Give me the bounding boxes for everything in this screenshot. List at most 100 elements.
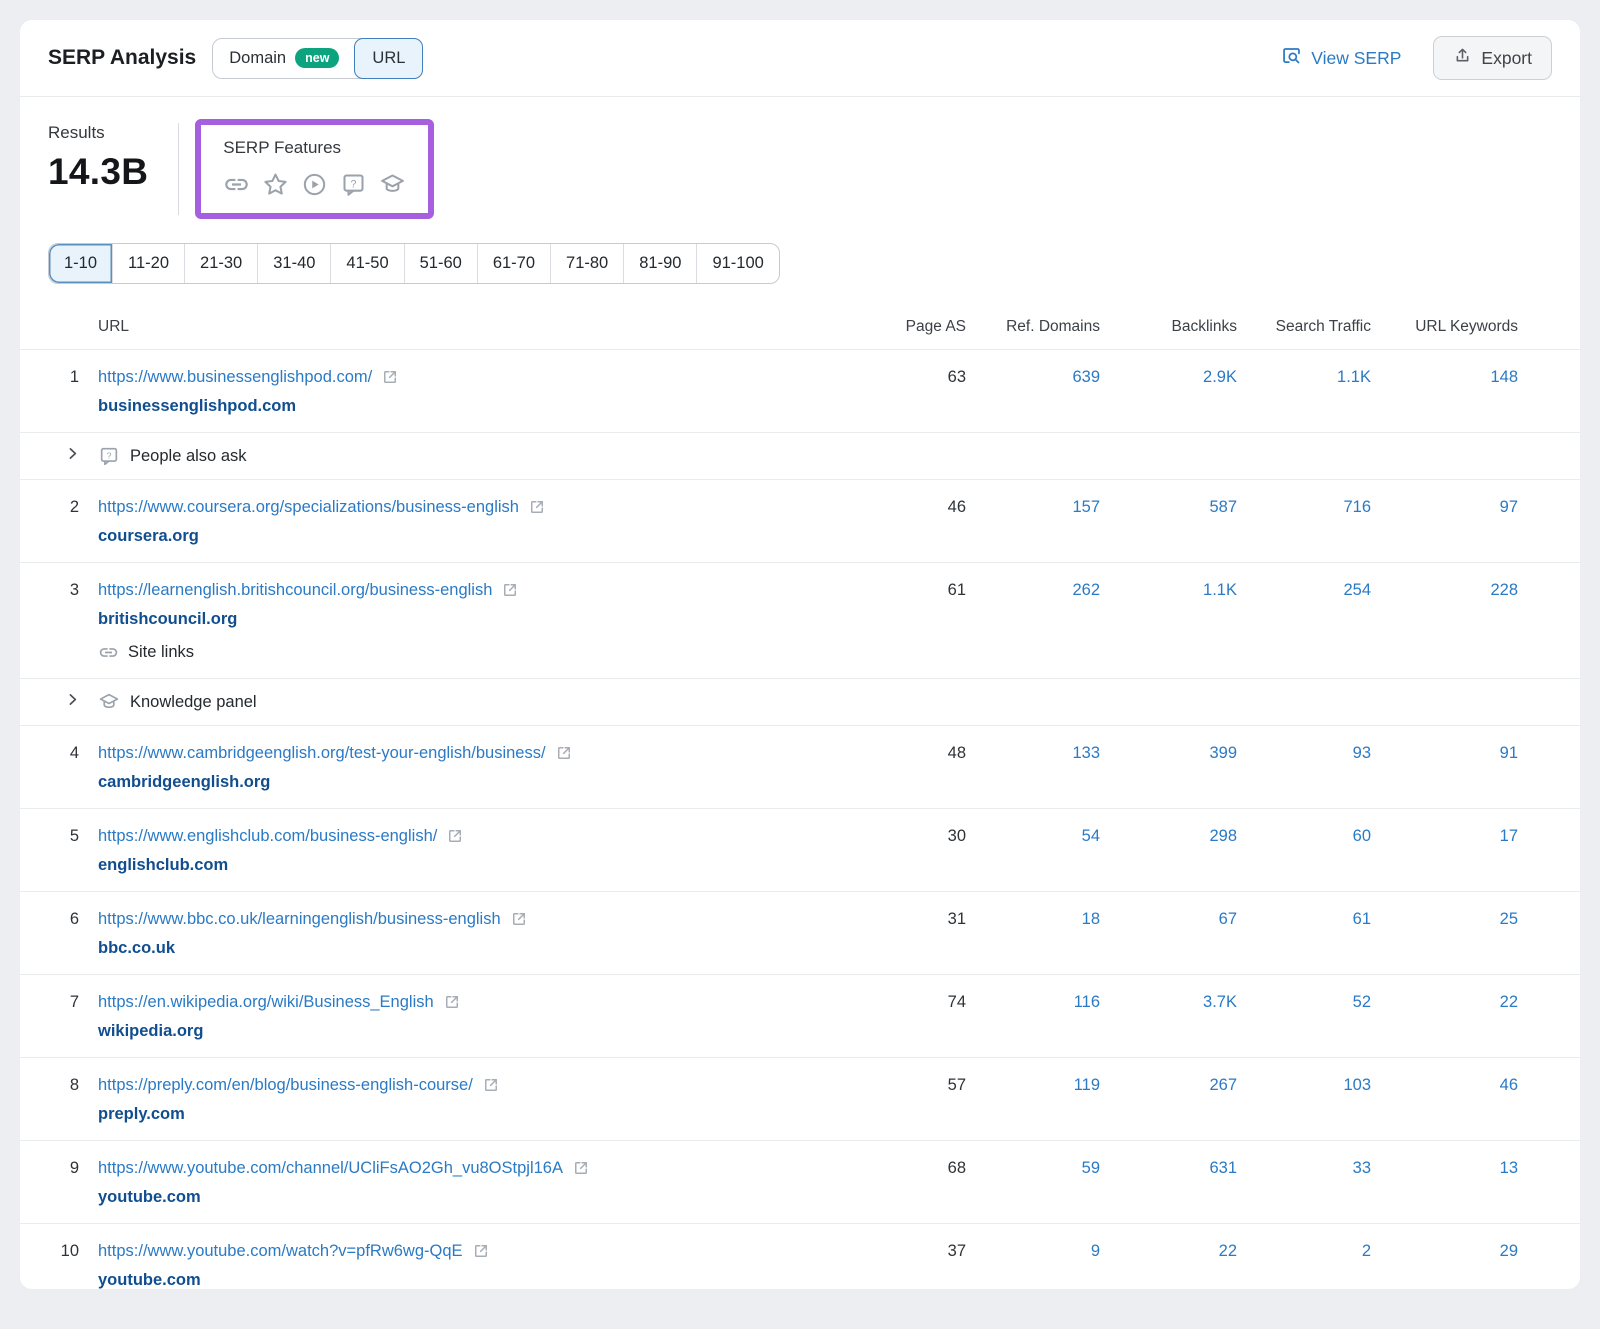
result-domain-link[interactable]: englishclub.com [98,854,228,876]
url-keywords-link[interactable]: 91 [1371,741,1518,765]
search-traffic-link[interactable]: 33 [1237,1156,1371,1180]
backlinks-link[interactable]: 3.7K [1100,990,1237,1014]
url-keywords-link[interactable]: 46 [1371,1073,1518,1097]
url-keywords-link[interactable]: 17 [1371,824,1518,848]
search-traffic-link[interactable]: 60 [1237,824,1371,848]
external-link-icon[interactable] [501,581,519,599]
search-traffic-link[interactable]: 2 [1237,1239,1371,1263]
url-keywords-link[interactable]: 25 [1371,907,1518,931]
search-traffic-link[interactable]: 93 [1237,741,1371,765]
backlinks-link[interactable]: 267 [1100,1073,1237,1097]
result-domain-link[interactable]: wikipedia.org [98,1020,203,1042]
result-domain-link[interactable]: youtube.com [98,1186,201,1208]
ref-domains-link[interactable]: 262 [966,578,1100,602]
toggle-url-button[interactable]: URL [354,38,423,79]
result-domain-link[interactable]: coursera.org [98,525,199,547]
result-url-link[interactable]: https://www.businessenglishpod.com/ [98,365,372,389]
search-traffic-link[interactable]: 103 [1237,1073,1371,1097]
ref-domains-link[interactable]: 59 [966,1156,1100,1180]
search-traffic-link[interactable]: 716 [1237,495,1371,519]
external-link-icon[interactable] [472,1242,490,1260]
result-url-link[interactable]: https://www.bbc.co.uk/learningenglish/bu… [98,907,501,931]
ref-domains-link[interactable]: 639 [966,365,1100,389]
serp-feature-row-people-also-ask[interactable]: ? People also ask [20,433,1580,480]
backlinks-link[interactable]: 298 [1100,824,1237,848]
column-search-traffic: Search Traffic [1237,318,1371,336]
url-keywords-link[interactable]: 22 [1371,990,1518,1014]
backlinks-link[interactable]: 1.1K [1100,578,1237,602]
url-keywords-link[interactable]: 97 [1371,495,1518,519]
page-range-31-40[interactable]: 31-40 [257,244,330,283]
result-url-link[interactable]: https://preply.com/en/blog/business-engl… [98,1073,473,1097]
result-url-link[interactable]: https://www.youtube.com/watch?v=pfRw6wg-… [98,1239,463,1263]
page-range-71-80[interactable]: 71-80 [550,244,623,283]
sitelinks-icon[interactable] [223,171,250,198]
page-range-41-50[interactable]: 41-50 [330,244,403,283]
result-domain-link[interactable]: cambridgeenglish.org [98,771,270,793]
view-serp-button[interactable]: View SERP [1275,44,1407,72]
external-link-icon[interactable] [446,827,464,845]
export-icon [1453,46,1472,70]
toggle-domain-button[interactable]: Domain new [213,39,355,78]
result-url-link[interactable]: https://en.wikipedia.org/wiki/Business_E… [98,990,434,1014]
knowledge-panel-icon[interactable] [379,171,406,198]
toggle-url-label: URL [372,49,405,68]
backlinks-link[interactable]: 587 [1100,495,1237,519]
export-button[interactable]: Export [1433,36,1552,80]
url-keywords-link[interactable]: 29 [1371,1239,1518,1263]
chevron-right-icon[interactable] [48,690,98,708]
external-link-icon[interactable] [443,993,461,1011]
backlinks-link[interactable]: 399 [1100,741,1237,765]
result-domain-link[interactable]: preply.com [98,1103,185,1125]
page-range-51-60[interactable]: 51-60 [404,244,477,283]
page-range-91-100[interactable]: 91-100 [696,244,778,283]
chevron-right-icon[interactable] [48,444,98,462]
ref-domains-link[interactable]: 157 [966,495,1100,519]
result-url-link[interactable]: https://www.coursera.org/specializations… [98,495,519,519]
ref-domains-link[interactable]: 54 [966,824,1100,848]
result-position: 7 [48,990,98,1014]
ref-domains-link[interactable]: 9 [966,1239,1100,1263]
external-link-icon[interactable] [555,744,573,762]
external-link-icon[interactable] [572,1159,590,1177]
url-keywords-link[interactable]: 148 [1371,365,1518,389]
result-url-link[interactable]: https://learnenglish.britishcouncil.org/… [98,578,492,602]
external-link-icon[interactable] [528,498,546,516]
external-link-icon[interactable] [381,368,399,386]
column-ref-domains: Ref. Domains [966,318,1100,336]
ref-domains-link[interactable]: 116 [966,990,1100,1014]
ref-domains-link[interactable]: 119 [966,1073,1100,1097]
result-domain-link[interactable]: youtube.com [98,1269,201,1289]
result-domain-link[interactable]: businessenglishpod.com [98,395,296,417]
result-url-link[interactable]: https://www.cambridgeenglish.org/test-yo… [98,741,546,765]
result-position: 9 [48,1156,98,1180]
url-cell: https://preply.com/en/blog/business-engl… [98,1073,846,1125]
serp-feature-row-knowledge-panel[interactable]: Knowledge panel [20,679,1580,726]
page-range-61-70[interactable]: 61-70 [477,244,550,283]
video-icon[interactable] [301,171,328,198]
page-range-1-10[interactable]: 1-10 [49,244,112,283]
search-traffic-link[interactable]: 61 [1237,907,1371,931]
result-domain-link[interactable]: britishcouncil.org [98,608,237,630]
backlinks-link[interactable]: 22 [1100,1239,1237,1263]
search-traffic-link[interactable]: 1.1K [1237,365,1371,389]
backlinks-link[interactable]: 631 [1100,1156,1237,1180]
search-traffic-link[interactable]: 52 [1237,990,1371,1014]
search-traffic-link[interactable]: 254 [1237,578,1371,602]
ref-domains-link[interactable]: 18 [966,907,1100,931]
url-keywords-link[interactable]: 13 [1371,1156,1518,1180]
external-link-icon[interactable] [510,910,528,928]
ref-domains-link[interactable]: 133 [966,741,1100,765]
backlinks-link[interactable]: 2.9K [1100,365,1237,389]
backlinks-link[interactable]: 67 [1100,907,1237,931]
reviews-star-icon[interactable] [262,171,289,198]
result-url-link[interactable]: https://www.englishclub.com/business-eng… [98,824,437,848]
page-range-11-20[interactable]: 11-20 [112,244,184,283]
page-range-21-30[interactable]: 21-30 [184,244,257,283]
external-link-icon[interactable] [482,1076,500,1094]
people-also-ask-icon[interactable]: ? [340,171,367,198]
page-range-81-90[interactable]: 81-90 [623,244,696,283]
result-domain-link[interactable]: bbc.co.uk [98,937,175,959]
url-keywords-link[interactable]: 228 [1371,578,1518,602]
result-url-link[interactable]: https://www.youtube.com/channel/UCliFsAO… [98,1156,563,1180]
